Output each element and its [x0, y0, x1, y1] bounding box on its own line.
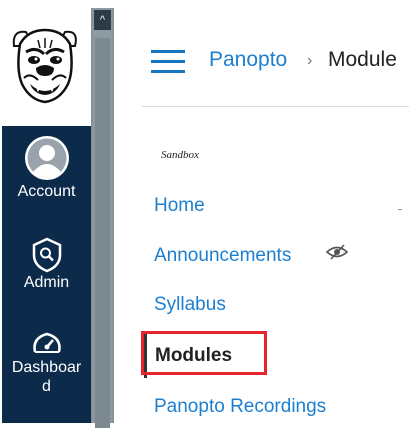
global-navigation: Account Admin Dashboar d: [0, 0, 91, 423]
annotation-highlight-box: [141, 331, 267, 375]
eye-slash-icon: [325, 244, 349, 260]
dashboard-gauge-icon: [32, 332, 61, 353]
course-subtitle: Sandbox: [161, 149, 199, 161]
header-divider: [142, 106, 409, 107]
course-nav-panopto-recordings[interactable]: Panopto Recordings: [154, 396, 326, 418]
course-menu-button[interactable]: [151, 50, 185, 74]
course-nav-syllabus[interactable]: Syllabus: [154, 294, 226, 316]
logo-area[interactable]: [0, 0, 91, 126]
content-edge-mark: [398, 209, 402, 210]
global-nav-dashboard-label: Dashboar d: [11, 359, 82, 395]
course-nav-home[interactable]: Home: [154, 195, 205, 217]
scrollbar-thumb[interactable]: [95, 38, 110, 428]
breadcrumb-current-page: Module: [328, 48, 397, 71]
hamburger-icon: [151, 50, 185, 53]
global-nav-account[interactable]: Account: [2, 134, 91, 201]
chevron-up-icon: ^: [99, 14, 106, 26]
global-nav-dashboard[interactable]: Dashboar d: [2, 330, 91, 396]
global-nav-admin[interactable]: Admin: [2, 237, 91, 292]
global-nav-admin-label: Admin: [23, 274, 70, 291]
bulldog-logo: [12, 28, 77, 104]
admin-shield-icon: [32, 237, 61, 273]
breadcrumb-course[interactable]: Panopto: [209, 48, 287, 72]
scroll-up-button[interactable]: ^: [94, 10, 111, 30]
course-nav-announcements[interactable]: Announcements: [154, 245, 291, 267]
account-avatar-icon: [24, 136, 69, 180]
breadcrumb-separator: ›: [307, 52, 313, 69]
global-nav-account-label: Account: [17, 183, 76, 200]
nav-scrollbar[interactable]: [91, 8, 114, 428]
